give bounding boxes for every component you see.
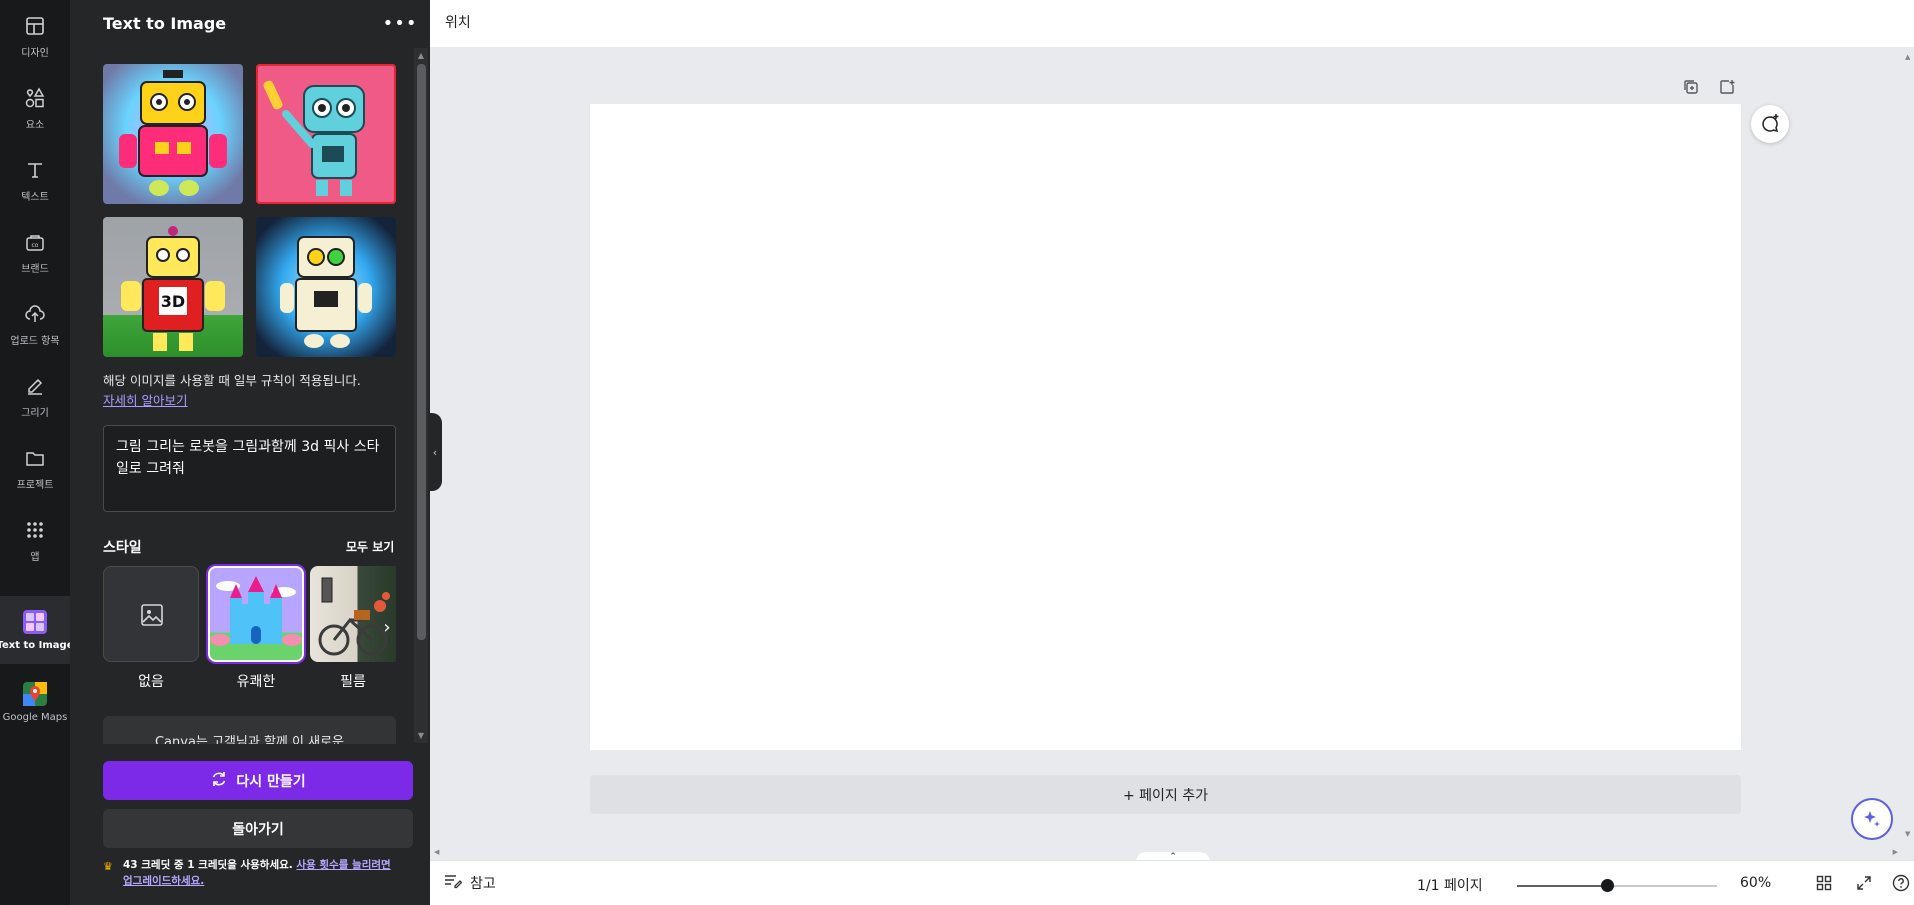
- regenerate-label: 다시 만들기: [236, 773, 306, 790]
- fullscreen-icon[interactable]: [1853, 872, 1875, 894]
- rail-item-label: Text to Image: [0, 640, 74, 651]
- rail-item-label: 브랜드: [21, 264, 49, 275]
- zoom-slider-fill: [1517, 885, 1607, 887]
- rail-item-projects[interactable]: 프로젝트: [0, 432, 70, 500]
- rail-item-text[interactable]: 텍스트: [0, 144, 70, 212]
- promo-banner: Canva는 고객님과 함께 이 새로운: [103, 716, 396, 744]
- scroll-up-icon[interactable]: ▲: [1905, 53, 1910, 61]
- canvas-vertical-scrollbar[interactable]: ▲ ▼: [1902, 47, 1914, 842]
- see-all-styles-link[interactable]: 모두 보기: [346, 538, 394, 555]
- collapse-panel-handle[interactable]: ‹: [428, 413, 442, 491]
- apps-icon: [23, 518, 47, 542]
- elements-icon: [23, 86, 47, 110]
- help-icon[interactable]: [1890, 872, 1912, 894]
- add-page-button[interactable]: + 페이지 추가: [590, 775, 1741, 814]
- style-film-label: 필름: [340, 674, 366, 690]
- rail-item-label: 텍스트: [21, 192, 49, 203]
- add-comment-icon[interactable]: [1751, 105, 1789, 143]
- result-image-3[interactable]: 3D: [103, 217, 243, 357]
- style-playful-card[interactable]: [208, 566, 304, 662]
- add-page-icon[interactable]: [1716, 76, 1738, 98]
- text-to-image-icon: [23, 610, 47, 634]
- grid-view-icon[interactable]: [1813, 872, 1835, 894]
- scroll-right-icon[interactable]: ▶: [1893, 848, 1898, 856]
- chevron-right-icon[interactable]: ›: [378, 614, 396, 640]
- panel-title: Text to Image: [103, 14, 227, 33]
- rail-item-label: 요소: [25, 120, 45, 131]
- rail-item-apps[interactable]: 앱: [0, 504, 70, 572]
- zoom-slider-handle[interactable]: [1601, 879, 1614, 892]
- brand-icon: co: [23, 230, 47, 254]
- rail-item-label: 프로젝트: [16, 480, 54, 491]
- google-maps-icon: [23, 682, 47, 706]
- back-button[interactable]: 돌아가기: [103, 809, 413, 848]
- text-to-image-panel: Text to Image ••• ▲ ▼ 3D 해당 이미지를 사용할 때 일…: [70, 0, 430, 905]
- style-none-card[interactable]: [103, 566, 199, 662]
- zoom-percentage[interactable]: 60%: [1740, 875, 1771, 891]
- position-button[interactable]: 위치: [445, 12, 471, 32]
- rail-item-text-to-image[interactable]: Text to Image: [0, 596, 74, 664]
- page-count-button[interactable]: 1/1 페이지: [1417, 875, 1483, 895]
- notes-label: 참고: [470, 876, 496, 892]
- rail-item-brand[interactable]: co 브랜드: [0, 216, 70, 284]
- upload-icon: [23, 302, 47, 326]
- rail-item-design[interactable]: 디자인: [0, 0, 70, 68]
- regenerate-button[interactable]: 다시 만들기: [103, 761, 413, 800]
- style-none-label: 없음: [138, 674, 164, 690]
- top-toolbar: 위치: [430, 0, 1914, 47]
- thumb-3d-label: 3D: [161, 292, 185, 311]
- notes-icon: [444, 873, 463, 893]
- more-options-button[interactable]: •••: [383, 10, 417, 36]
- style-heading: 스타일: [103, 540, 142, 556]
- svg-text:co: co: [32, 242, 39, 249]
- rail-item-label: 앱: [30, 552, 40, 563]
- duplicate-page-icon[interactable]: [1680, 76, 1702, 98]
- scroll-up-arrow-icon[interactable]: ▲: [416, 51, 426, 61]
- magic-sparkle-icon[interactable]: [1851, 798, 1893, 840]
- design-page[interactable]: [590, 104, 1741, 750]
- usage-rules-text: 해당 이미지를 사용할 때 일부 규칙이 적용됩니다.: [103, 373, 361, 388]
- learn-more-link[interactable]: 자세히 알아보기: [103, 390, 187, 409]
- panel-scrollbar-thumb[interactable]: [417, 64, 426, 640]
- draw-icon: [23, 374, 47, 398]
- scroll-down-icon[interactable]: ▼: [1905, 830, 1910, 838]
- scroll-down-arrow-icon[interactable]: ▼: [416, 731, 426, 741]
- rail-item-label: 업로드 항목: [10, 336, 60, 347]
- folder-icon: [23, 446, 47, 470]
- bottom-toolbar: 참고 1/1 페이지 60%: [430, 860, 1914, 905]
- rail-item-draw[interactable]: 그리기: [0, 360, 70, 428]
- credit-info: ♛ 43 크레딧 중 1 크레딧을 사용하세요. 사용 횟수를 늘리려면 업그레…: [103, 857, 403, 889]
- crown-icon: ♛: [103, 860, 113, 873]
- rail-item-upload[interactable]: 업로드 항목: [0, 288, 70, 356]
- rail-item-label: 그리기: [21, 408, 49, 419]
- left-rail: 디자인 요소 텍스트 co 브랜드 업로드 항목 그리기 프로젝트 앱 Text…: [0, 0, 74, 905]
- notes-button[interactable]: 참고: [444, 873, 496, 893]
- style-playful-label: 유쾌한: [236, 674, 276, 690]
- rail-item-label: Google Maps: [2, 712, 68, 723]
- credit-text: 43 크레딧 중 1 크레딧을 사용하세요.: [123, 859, 293, 871]
- scroll-left-icon[interactable]: ◀: [434, 848, 439, 856]
- promo-text: Canva는 고객님과 함께 이 새로운: [154, 735, 345, 744]
- rail-item-label: 디자인: [21, 48, 49, 59]
- text-icon: [23, 158, 47, 182]
- prompt-input[interactable]: 그림 그리는 로봇을 그림과함께 3d 픽사 스타일로 그려줘: [103, 425, 396, 512]
- result-image-4[interactable]: [256, 217, 396, 357]
- rail-item-elements[interactable]: 요소: [0, 72, 70, 140]
- refresh-icon: [210, 770, 228, 792]
- result-image-1[interactable]: [103, 64, 243, 204]
- design-icon: [23, 14, 47, 38]
- rail-item-google-maps[interactable]: Google Maps: [0, 668, 70, 736]
- image-placeholder-icon: [140, 603, 164, 631]
- result-image-2[interactable]: [256, 64, 396, 204]
